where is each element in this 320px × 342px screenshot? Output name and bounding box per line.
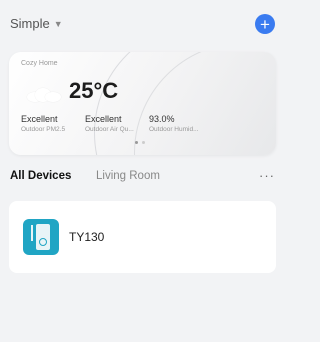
weather-card[interactable]: Cozy Home 25°C Excellent Outdoor PM2.5 E… [9,52,276,155]
metric-value: Excellent [21,114,58,124]
home-selector[interactable]: Simple ▼ [10,16,63,31]
page-dot-active [135,141,138,144]
page-dot [142,141,145,144]
tab-all-devices[interactable]: All Devices [10,170,71,182]
room-tabs: All Devices Living Room ··· [10,168,277,188]
cloud-icon [27,88,63,102]
smart-plug-icon [23,219,59,255]
home-selector-label: Simple [10,16,50,31]
page-indicator [135,141,145,144]
metric-humidity: 93.0% Outdoor Humid... [149,114,209,133]
metric-label: Outdoor PM2.5 [21,126,66,133]
metric-label: Outdoor Humid... [149,126,199,133]
weather-metrics: Excellent Outdoor PM2.5 Excellent Outdoo… [21,114,213,133]
temperature: 25°C [69,78,119,103]
chevron-down-icon: ▼ [53,18,63,29]
metric-value: Excellent [85,114,122,124]
device-card[interactable]: TY130 [9,201,276,273]
device-name: TY130 [69,230,105,244]
top-bar: Simple ▼ + [10,14,277,36]
metric-pm25: Excellent Outdoor PM2.5 [21,114,81,133]
metric-label: Outdoor Air Qu... [85,126,134,133]
tab-living-room[interactable]: Living Room [96,170,160,182]
add-device-button[interactable]: + [255,14,275,34]
metric-air-quality: Excellent Outdoor Air Qu... [85,114,145,133]
more-options-icon[interactable]: ··· [259,168,275,183]
home-name: Cozy Home [21,60,58,67]
plus-icon: + [260,14,270,34]
metric-value: 93.0% [149,114,175,124]
